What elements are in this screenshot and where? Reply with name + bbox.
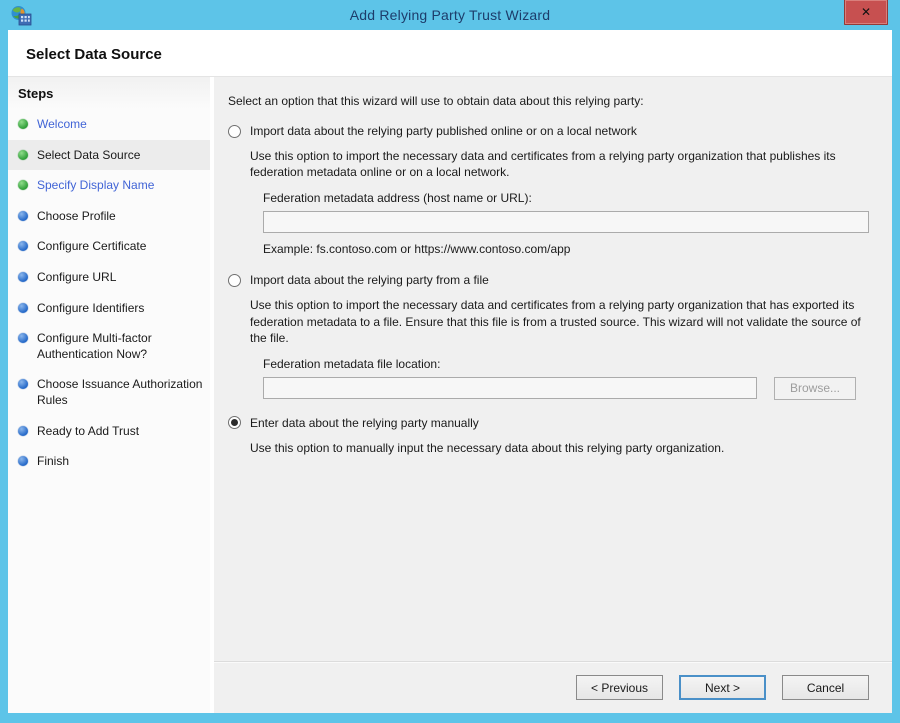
radio-button-icon[interactable]	[228, 416, 241, 430]
content-pane: Select an option that this wizard will u…	[214, 77, 892, 713]
step-configure-url: Configure URL	[8, 262, 210, 293]
step-status-icon	[18, 180, 28, 191]
step-status-icon	[18, 241, 28, 252]
metadata-file-label: Federation metadata file location:	[263, 356, 441, 371]
page-title: Select Data Source	[26, 46, 162, 63]
page-header: Select Data Source	[8, 30, 892, 76]
previous-button[interactable]: < Previous	[576, 675, 663, 700]
button-bar: < Previous Next > Cancel	[214, 661, 892, 713]
step-status-icon	[18, 379, 28, 390]
steps-heading: Steps	[8, 77, 210, 109]
step-status-icon	[18, 456, 28, 467]
step-welcome[interactable]: Welcome	[8, 109, 210, 140]
cancel-button[interactable]: Cancel	[782, 675, 869, 700]
step-status-icon	[18, 119, 28, 129]
radio-import-online[interactable]: Import data about the relying party publ…	[228, 124, 878, 138]
option-description: Use this option to manually input the ne…	[250, 440, 725, 455]
option-description: Use this option to import the necessary …	[250, 298, 861, 345]
step-status-icon	[18, 271, 28, 282]
step-select-data-source: Select Data Source	[8, 139, 210, 171]
step-status-icon	[18, 302, 28, 313]
step-choose-profile: Choose Profile	[8, 201, 210, 232]
radio-label: Enter data about the relying party manua…	[250, 415, 479, 430]
step-configure-identifiers: Configure Identifiers	[8, 293, 210, 324]
step-status-icon	[18, 333, 28, 344]
radio-button-icon[interactable]	[228, 273, 241, 287]
option-description: Use this option to import the necessary …	[250, 149, 836, 180]
browse-button[interactable]: Browse...	[774, 376, 856, 400]
metadata-address-example: Example: fs.contoso.com or https://www.c…	[263, 242, 571, 257]
metadata-file-input[interactable]	[263, 376, 757, 399]
step-specify-display-name[interactable]: Specify Display Name	[8, 170, 210, 201]
close-icon: ✕	[860, 5, 872, 19]
radio-button-icon[interactable]	[228, 124, 241, 138]
radio-label: Import data about the relying party publ…	[250, 124, 637, 138]
steps-sidebar: Steps Welcome Select Data Source Specify…	[8, 77, 214, 713]
intro-text: Select an option that this wizard will u…	[228, 94, 644, 108]
radio-label: Import data about the relying party from…	[250, 273, 489, 288]
step-configure-mfa: Configure Multi-factor Authentication No…	[8, 323, 210, 369]
step-status-icon	[18, 210, 28, 221]
wizard-dialog: Select Data Source Steps Welcome Select …	[8, 30, 892, 713]
window-title: Add Relying Party Trust Wizard	[349, 7, 551, 23]
metadata-address-label: Federation metadata address (host name o…	[263, 191, 532, 206]
step-finish: Finish	[8, 446, 210, 477]
step-status-icon	[18, 425, 28, 436]
step-choose-issuance-rules: Choose Issuance Authorization Rules	[8, 369, 210, 415]
close-button[interactable]: ✕	[844, 0, 888, 25]
adfs-app-icon	[11, 6, 32, 26]
step-configure-certificate: Configure Certificate	[8, 231, 210, 262]
radio-enter-manually[interactable]: Enter data about the relying party manua…	[228, 416, 878, 430]
radio-import-file[interactable]: Import data about the relying party from…	[228, 273, 878, 287]
step-status-icon	[18, 149, 28, 160]
titlebar: Add Relying Party Trust Wizard ✕	[0, 0, 900, 30]
step-ready-to-add-trust: Ready to Add Trust	[8, 416, 210, 447]
wizard-window: Add Relying Party Trust Wizard ✕ Select …	[0, 0, 900, 723]
next-button[interactable]: Next >	[679, 675, 766, 700]
metadata-address-input[interactable]	[263, 211, 869, 234]
